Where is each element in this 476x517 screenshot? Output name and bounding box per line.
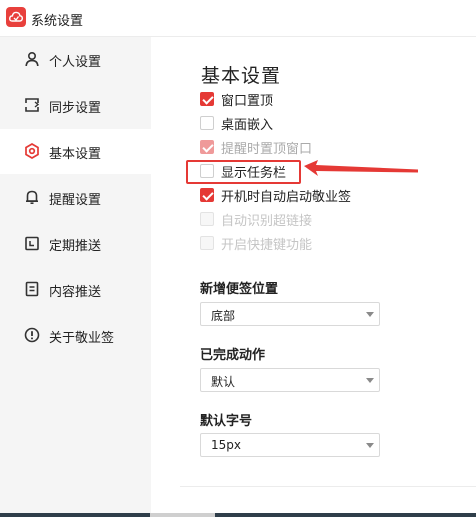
page-title: 基本设置	[201, 65, 282, 87]
checkbox-top-on-reminder	[200, 140, 214, 154]
sidebar-item-content-push[interactable]: 内容推送	[0, 267, 151, 312]
select-value: 15px	[211, 438, 241, 452]
sidebar-item-personal[interactable]: 个人设置	[0, 37, 151, 82]
sidebar: 个人设置 同步设置 基本设置 提醒设置 定期推送 内容推送 关于敬业签	[0, 37, 151, 517]
checkbox-auto-detect-links	[200, 212, 214, 226]
sidebar-item-label: 同步设置	[49, 101, 102, 116]
sidebar-item-label: 定期推送	[49, 239, 102, 254]
settings-panel: 基本设置 窗口置顶 桌面嵌入 提醒时置顶窗口 显示任务栏 开机时自动启动敬业签 …	[151, 37, 476, 517]
option-label: 开启快捷键功能	[221, 237, 313, 253]
select-value: 默认	[211, 375, 236, 389]
taskbar-segment	[215, 513, 476, 517]
annotation-arrow-icon	[304, 160, 418, 176]
option-label: 开机时自动启动敬业签	[221, 189, 352, 205]
chevron-down-icon	[366, 378, 374, 383]
default-font-size-label: 默认字号	[200, 414, 253, 429]
info-icon	[24, 327, 40, 343]
chevron-down-icon	[366, 443, 374, 448]
taskbar-strip	[0, 513, 476, 517]
taskbar-segment	[0, 513, 150, 517]
sidebar-item-basic[interactable]: 基本设置	[0, 129, 151, 174]
completed-action-select[interactable]: 默认	[200, 368, 380, 392]
user-icon	[24, 51, 40, 67]
document-icon	[24, 281, 40, 297]
option-auto-detect-links: 自动识别超链接	[200, 209, 312, 229]
checkbox-window-on-top[interactable]	[200, 92, 214, 106]
default-font-size-select[interactable]: 15px	[200, 433, 380, 457]
calendar-icon	[24, 235, 40, 251]
chevron-down-icon	[366, 312, 374, 317]
sidebar-item-about[interactable]: 关于敬业签	[0, 313, 151, 358]
checkbox-enable-hotkeys	[200, 236, 214, 250]
option-top-on-reminder: 提醒时置顶窗口	[200, 137, 312, 157]
title-bar: 系统设置	[0, 0, 476, 37]
checkbox-autostart[interactable]	[200, 188, 214, 202]
divider	[180, 486, 476, 487]
sidebar-item-reminder[interactable]: 提醒设置	[0, 175, 151, 220]
option-window-on-top[interactable]: 窗口置顶	[200, 89, 273, 109]
option-label: 自动识别超链接	[221, 213, 313, 229]
option-autostart[interactable]: 开机时自动启动敬业签	[200, 185, 351, 205]
sync-icon	[24, 97, 40, 113]
sidebar-item-scheduled-push[interactable]: 定期推送	[0, 221, 151, 266]
checkbox-desktop-embed[interactable]	[200, 116, 214, 130]
window-title: 系统设置	[31, 14, 84, 29]
select-value: 底部	[211, 309, 236, 323]
bell-icon	[24, 189, 40, 205]
option-label: 桌面嵌入	[221, 117, 274, 133]
completed-action-label: 已完成动作	[200, 348, 266, 363]
sidebar-item-label: 基本设置	[49, 147, 102, 162]
option-enable-hotkeys: 开启快捷键功能	[200, 233, 312, 253]
sidebar-item-label: 关于敬业签	[49, 331, 115, 346]
new-note-position-label: 新增便签位置	[200, 282, 279, 297]
app-logo-icon	[6, 7, 26, 27]
sidebar-item-label: 内容推送	[49, 285, 102, 300]
option-label: 提醒时置顶窗口	[221, 141, 313, 157]
settings-gear-icon	[24, 143, 40, 159]
sidebar-item-label: 个人设置	[49, 55, 102, 70]
option-label: 窗口置顶	[221, 93, 274, 109]
sidebar-item-label: 提醒设置	[49, 193, 102, 208]
sidebar-item-sync[interactable]: 同步设置	[0, 83, 151, 128]
annotation-highlight-box	[186, 160, 301, 184]
new-note-position-select[interactable]: 底部	[200, 302, 380, 326]
option-desktop-embed[interactable]: 桌面嵌入	[200, 113, 273, 133]
